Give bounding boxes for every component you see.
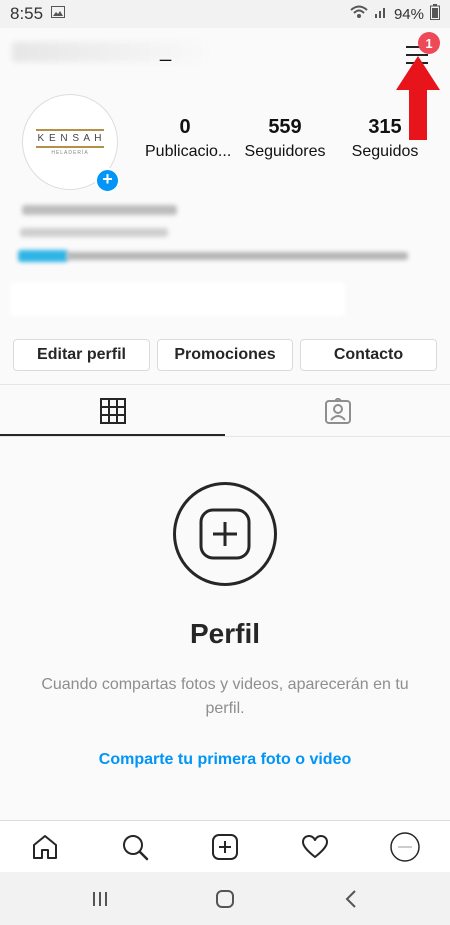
tagged-user-icon (324, 398, 351, 424)
edit-profile-button[interactable]: Editar perfil (13, 339, 150, 371)
add-post-circle-button[interactable] (173, 482, 277, 586)
bio-redacted-link (18, 250, 68, 262)
menu-notification-badge: 1 (418, 32, 440, 54)
wifi-icon (350, 5, 368, 23)
battery-text: 94% (393, 5, 424, 23)
nav-search[interactable] (119, 831, 151, 863)
status-time: 8:55 (10, 4, 44, 23)
bio-redacted-line (66, 252, 408, 260)
tab-grid[interactable] (0, 385, 225, 437)
stat-followers-value: 559 (268, 116, 302, 138)
stat-following-value: 315 (368, 116, 402, 138)
profile-tabs (0, 385, 450, 437)
brand-logo-subtext: HELADERÍA (51, 149, 89, 156)
stat-following[interactable]: 315 Seguidos (348, 116, 422, 161)
stat-posts[interactable]: 0 Publicacio... (145, 116, 232, 161)
home-system-button[interactable] (210, 886, 240, 912)
add-story-button[interactable]: + (95, 168, 120, 193)
username-text: _ (160, 40, 172, 62)
chevron-left-icon (345, 890, 356, 908)
profile-header: _ 1 (0, 28, 450, 84)
stat-posts-value: 0 (179, 116, 191, 138)
empty-state-title: Perfil (189, 618, 261, 649)
bio-redacted-line (22, 205, 177, 215)
nav-new-post[interactable] (209, 831, 241, 863)
search-icon (123, 835, 149, 861)
stat-following-label: Seguidos (351, 143, 419, 160)
contact-button[interactable]: Contacto (300, 339, 437, 371)
empty-state-description: Cuando compartas fotos y videos, aparece… (41, 676, 409, 717)
bottom-navigation (0, 820, 450, 872)
back-button[interactable] (336, 886, 366, 912)
home-icon (33, 835, 57, 859)
add-post-icon (199, 508, 251, 560)
system-navigation (0, 872, 450, 925)
image-notification-icon (51, 5, 66, 23)
add-square-icon (212, 834, 238, 860)
profile-avatar-icon (390, 832, 420, 862)
stat-posts-label: Publicacio... (145, 143, 232, 160)
heart-icon (302, 835, 328, 858)
home-square-icon (216, 890, 234, 908)
bio-redacted-block (10, 282, 345, 316)
tab-tagged[interactable] (225, 385, 450, 437)
share-first-photo-link[interactable]: Comparte tu primera foto o video (0, 751, 450, 769)
promotions-button[interactable]: Promociones (157, 339, 293, 371)
recent-apps-button[interactable] (85, 886, 115, 912)
battery-icon (430, 4, 440, 24)
nav-activity[interactable] (299, 831, 331, 863)
brand-logo-text: K E N S A H (35, 128, 105, 148)
stat-followers-label: Seguidores (244, 143, 326, 160)
status-bar: 8:55 94% (0, 0, 450, 28)
profile-summary: K E N S A H HELADERÍA + 0 Publicacio... … (0, 90, 450, 193)
recent-apps-icon (93, 892, 107, 906)
signal-icon (374, 5, 388, 23)
stat-followers[interactable]: 559 Seguidores (243, 116, 327, 161)
divider (0, 436, 450, 437)
nav-home[interactable] (29, 831, 61, 863)
profile-action-buttons: Editar perfil Promociones Contacto (13, 339, 437, 371)
grid-icon (99, 398, 126, 424)
nav-profile[interactable] (389, 831, 421, 863)
username-redacted (12, 42, 217, 62)
bio-redacted-line (20, 228, 168, 237)
